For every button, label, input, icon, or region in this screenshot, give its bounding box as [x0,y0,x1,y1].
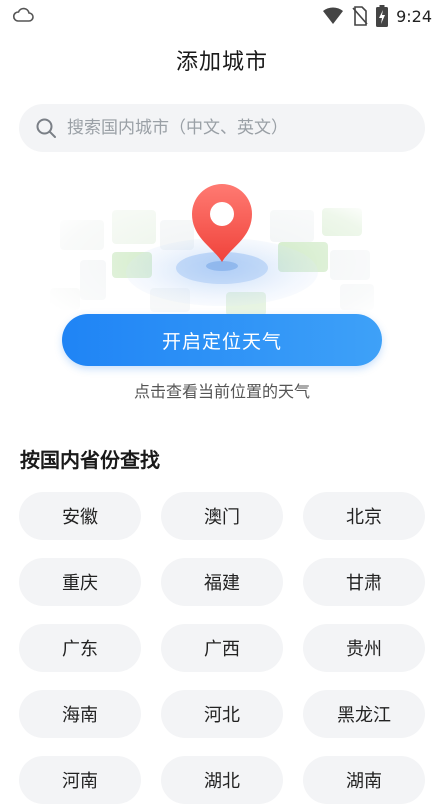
province-button[interactable]: 贵州 [303,624,425,672]
search-bar[interactable] [19,104,425,152]
province-button[interactable]: 海南 [19,690,141,738]
province-button[interactable]: 甘肃 [303,558,425,606]
search-icon [36,118,56,138]
location-hint: 点击查看当前位置的天气 [133,382,310,401]
province-section-title: 按国内省份查找 [20,448,160,472]
no-sim-icon [352,6,368,26]
province-button[interactable]: 河南 [19,756,141,804]
status-time: 9:24 [396,6,432,26]
province-grid: 安徽 澳门 北京 重庆 福建 甘肃 广东 广西 贵州 海南 河北 黑龙江 河南 … [19,492,425,804]
status-bar: 9:24 [0,0,444,32]
province-button[interactable]: 河北 [161,690,283,738]
province-button[interactable]: 安徽 [19,492,141,540]
province-button[interactable]: 广西 [161,624,283,672]
province-button[interactable]: 澳门 [161,492,283,540]
search-input[interactable] [65,117,409,139]
cloud-icon [12,7,34,22]
province-button[interactable]: 重庆 [19,558,141,606]
map-location-illustration [40,180,404,330]
battery-charging-icon [376,5,389,27]
province-button[interactable]: 黑龙江 [303,690,425,738]
province-button[interactable]: 湖北 [161,756,283,804]
province-button[interactable]: 湖南 [303,756,425,804]
province-button[interactable]: 北京 [303,492,425,540]
province-button[interactable]: 广东 [19,624,141,672]
enable-location-weather-button[interactable]: 开启定位天气 [62,314,382,366]
page-title: 添加城市 [175,50,268,75]
province-button[interactable]: 福建 [161,558,283,606]
wifi-icon [323,7,344,25]
